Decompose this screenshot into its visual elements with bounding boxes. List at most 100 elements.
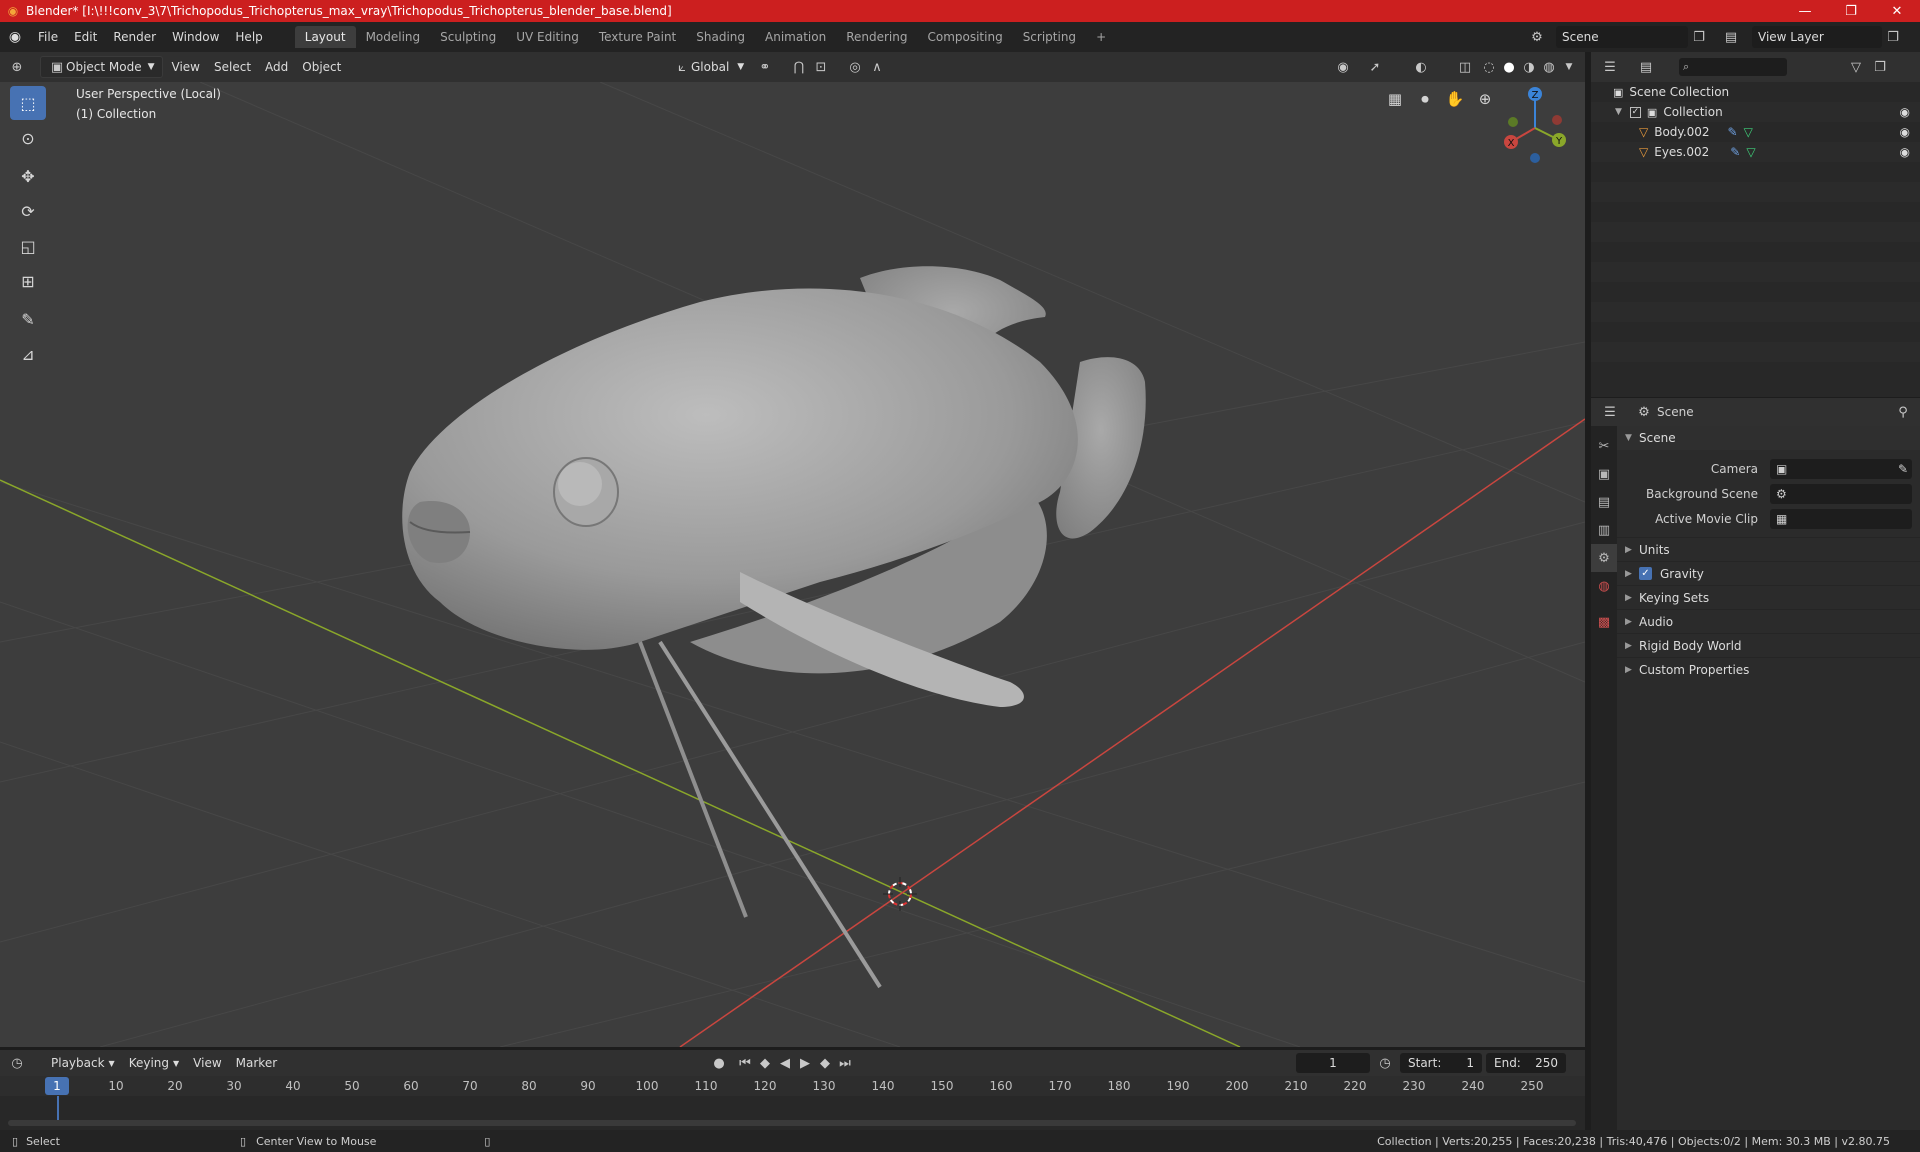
grid-view-icon[interactable]: ▦ bbox=[1380, 86, 1410, 112]
modifier-wrench-icon[interactable]: ✎ bbox=[1730, 145, 1740, 159]
material-shading-icon[interactable]: ◑ bbox=[1520, 58, 1538, 76]
gravity-checkbox[interactable]: ✓ bbox=[1639, 567, 1652, 580]
eye-icon[interactable]: ◉ bbox=[1900, 145, 1910, 159]
tab-scripting[interactable]: Scripting bbox=[1013, 26, 1086, 48]
audio-panel[interactable]: ▶ Audio bbox=[1617, 609, 1920, 633]
scale-tool[interactable]: ◱ bbox=[10, 229, 46, 263]
new-view-layer-icon[interactable]: ❐ bbox=[1884, 28, 1902, 46]
outliner-item-collection[interactable]: ▼ ✓ ▣ Collection ◉ bbox=[1591, 102, 1920, 122]
collection-checkbox[interactable]: ✓ bbox=[1629, 106, 1641, 118]
current-frame-indicator[interactable]: 1 bbox=[45, 1077, 69, 1095]
menu-add[interactable]: Add bbox=[258, 56, 295, 78]
mode-selector[interactable]: ▣ Object Mode ▼ bbox=[40, 56, 163, 78]
solid-shading-icon[interactable]: ● bbox=[1500, 58, 1518, 76]
tab-shading[interactable]: Shading bbox=[686, 26, 755, 48]
transform-tool[interactable]: ⊞ bbox=[10, 264, 46, 298]
menu-timeline-view[interactable]: View bbox=[186, 1052, 228, 1074]
pin-icon[interactable]: ⚲ bbox=[1894, 403, 1912, 421]
mesh-data-icon[interactable]: ▽ bbox=[1746, 145, 1755, 159]
rigid-body-world-panel[interactable]: ▶ Rigid Body World bbox=[1617, 633, 1920, 657]
outliner-editor-icon[interactable]: ☰ bbox=[1601, 58, 1619, 76]
blender-logo-icon[interactable]: ◉ bbox=[0, 26, 30, 48]
menu-select[interactable]: Select bbox=[207, 56, 258, 78]
menu-view[interactable]: View bbox=[165, 56, 207, 78]
menu-keying[interactable]: Keying ▼ bbox=[122, 1052, 186, 1074]
expand-arrow-icon[interactable]: ▼ bbox=[1615, 107, 1622, 117]
tab-texture-paint[interactable]: Texture Paint bbox=[589, 26, 686, 48]
stopwatch-icon[interactable]: ◷ bbox=[1376, 1054, 1394, 1072]
keying-sets-panel[interactable]: ▶ Keying Sets bbox=[1617, 585, 1920, 609]
tab-layout[interactable]: Layout bbox=[294, 26, 356, 48]
play-icon[interactable]: ▶ bbox=[796, 1054, 814, 1072]
filter-icon[interactable]: ▽ bbox=[1847, 58, 1865, 76]
move-tool[interactable]: ✥ bbox=[10, 159, 46, 193]
pan-hand-icon[interactable]: ✋ bbox=[1440, 86, 1470, 112]
outliner-search-input[interactable]: ⌕ bbox=[1679, 58, 1787, 76]
next-keyframe-icon[interactable]: ◆ bbox=[816, 1054, 834, 1072]
pivot-point-icon[interactable]: ⚭ bbox=[756, 58, 774, 76]
timeline[interactable]: 1 10 20 30 40 50 60 70 80 90 100 110 120 130 140 150 16… bbox=[0, 1076, 1585, 1130]
xray-toggle-icon[interactable]: ◫ bbox=[1456, 58, 1474, 76]
maximize-button[interactable]: ❐ bbox=[1828, 0, 1874, 22]
tool-tab-icon[interactable]: ✂ bbox=[1591, 432, 1617, 460]
scene-tab-icon[interactable]: ⚙ bbox=[1591, 544, 1617, 572]
eye-icon[interactable]: ◉ bbox=[1900, 105, 1910, 119]
outliner-item-eyes[interactable]: ▽ Eyes.002 ✎ ▽ ◉ bbox=[1591, 142, 1920, 162]
tab-compositing[interactable]: Compositing bbox=[917, 26, 1012, 48]
menu-object[interactable]: Object bbox=[295, 56, 348, 78]
transform-orientation-selector[interactable]: ⟀ Global ▼ bbox=[666, 56, 751, 78]
properties-editor-icon[interactable]: ☰ bbox=[1601, 403, 1619, 421]
camera-view-icon[interactable]: ⏺ bbox=[1410, 86, 1440, 112]
custom-properties-panel[interactable]: ▶ Custom Properties bbox=[1617, 657, 1920, 681]
minimize-button[interactable]: — bbox=[1782, 0, 1828, 22]
units-panel[interactable]: ▶ Units bbox=[1617, 537, 1920, 561]
shading-options-icon[interactable]: ▼ bbox=[1560, 58, 1578, 76]
menu-playback[interactable]: Playback ▼ bbox=[44, 1052, 122, 1074]
rendered-shading-icon[interactable]: ◍ bbox=[1540, 58, 1558, 76]
view-layer-tab-icon[interactable]: ▥ bbox=[1591, 516, 1617, 544]
menu-render[interactable]: Render bbox=[105, 26, 164, 48]
prev-keyframe-icon[interactable]: ◆ bbox=[756, 1054, 774, 1072]
render-tab-icon[interactable]: ▣ bbox=[1591, 460, 1617, 488]
falloff-icon[interactable]: ∧ bbox=[868, 58, 886, 76]
navigation-gizmo[interactable]: Z X Y bbox=[1495, 84, 1575, 170]
jump-end-icon[interactable]: ⏭ bbox=[836, 1054, 854, 1072]
display-mode-icon[interactable]: ▤ bbox=[1637, 58, 1655, 76]
fish-model[interactable] bbox=[402, 266, 1146, 989]
snap-icon[interactable]: ⋂ bbox=[790, 58, 808, 76]
tab-sculpting[interactable]: Sculpting bbox=[430, 26, 506, 48]
frame-ruler[interactable]: 1 10 20 30 40 50 60 70 80 90 100 110 120 130 140 150 16… bbox=[0, 1076, 1585, 1096]
wireframe-shading-icon[interactable]: ◌ bbox=[1480, 58, 1498, 76]
editor-type-icon[interactable]: ⊕ bbox=[8, 58, 26, 76]
tab-modeling[interactable]: Modeling bbox=[356, 26, 431, 48]
close-button[interactable]: ✕ bbox=[1874, 0, 1920, 22]
menu-edit[interactable]: Edit bbox=[66, 26, 105, 48]
scene-selector-icon[interactable]: ⚙ bbox=[1528, 28, 1546, 46]
snap-target-icon[interactable]: ⊡ bbox=[812, 58, 830, 76]
outliner-item-scene-collection[interactable]: ▣ Scene Collection bbox=[1591, 82, 1920, 102]
eyedropper-icon[interactable]: ✎ bbox=[1898, 462, 1908, 476]
scene-panel-title[interactable]: ▼ Scene bbox=[1617, 426, 1920, 450]
world-tab-icon[interactable]: ◍ bbox=[1591, 572, 1617, 600]
new-scene-icon[interactable]: ❐ bbox=[1690, 28, 1708, 46]
rotate-tool[interactable]: ⟳ bbox=[10, 194, 46, 228]
add-workspace-button[interactable]: + bbox=[1086, 26, 1116, 48]
proportional-edit-icon[interactable]: ◎ bbox=[846, 58, 864, 76]
record-icon[interactable]: ● bbox=[710, 1054, 728, 1072]
3d-viewport[interactable] bbox=[0, 82, 1585, 1047]
menu-window[interactable]: Window bbox=[164, 26, 227, 48]
mesh-data-icon[interactable]: ▽ bbox=[1744, 125, 1753, 139]
select-box-tool[interactable]: ⬚ bbox=[10, 86, 46, 120]
menu-file[interactable]: File bbox=[30, 26, 66, 48]
measure-tool[interactable]: ⊿ bbox=[10, 337, 46, 371]
active-movie-clip-field[interactable]: ▦ bbox=[1770, 508, 1912, 529]
new-collection-icon[interactable]: ❐ bbox=[1871, 58, 1889, 76]
menu-help[interactable]: Help bbox=[227, 26, 270, 48]
scene-field[interactable]: Scene bbox=[1556, 26, 1688, 48]
jump-start-icon[interactable]: ⏮ bbox=[736, 1054, 754, 1072]
eye-icon[interactable]: ◉ bbox=[1900, 125, 1910, 139]
modifier-wrench-icon[interactable]: ✎ bbox=[1728, 125, 1738, 139]
output-tab-icon[interactable]: ▤ bbox=[1591, 488, 1617, 516]
current-frame-field[interactable]: 1 bbox=[1296, 1053, 1370, 1073]
tab-rendering[interactable]: Rendering bbox=[836, 26, 917, 48]
